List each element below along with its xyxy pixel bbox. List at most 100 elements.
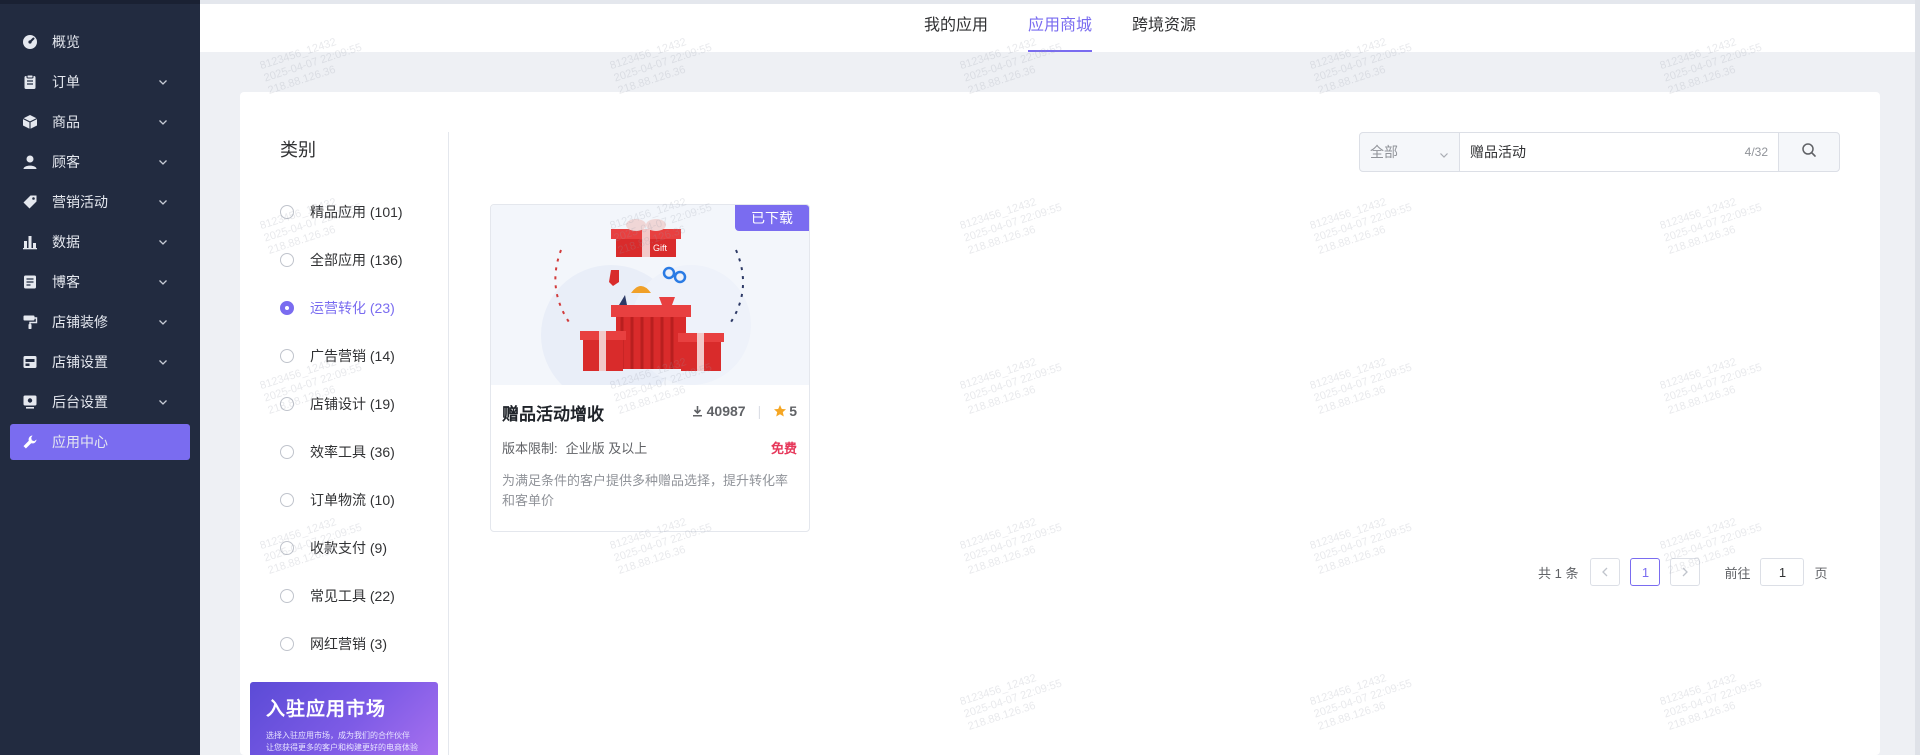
radio-button[interactable]	[280, 349, 294, 363]
download-count: 40987	[706, 403, 746, 419]
sidebar-item-orders[interactable]: 订单	[0, 62, 200, 102]
page-suffix: 页	[1814, 565, 1828, 581]
chevron-left-icon	[1601, 567, 1609, 577]
chevron-down-icon	[158, 237, 168, 247]
sidebar-item-label: 订单	[52, 74, 80, 90]
radio-button[interactable]	[280, 589, 294, 603]
goto-page-input[interactable]: 1	[1760, 558, 1805, 586]
top-nav: 我的应用 应用商城 跨境资源	[200, 0, 1915, 52]
tag-icon	[22, 194, 38, 210]
app-description: 为满足条件的客户提供多种赠品选择，提升转化率和客单价	[502, 473, 789, 508]
select-value: 全部	[1370, 144, 1398, 160]
pagination: 共 1 条 1 前往 1 页	[1538, 558, 1828, 586]
search-scope-select[interactable]: 全部	[1359, 132, 1460, 172]
bar-chart-icon	[22, 234, 38, 250]
sidebar: 概览 订单 商品 顾客 营销活动 数据 博客 店铺装修 店铺设置 后台设置 应用…	[0, 0, 200, 755]
radio-button[interactable]	[280, 205, 294, 219]
search-input[interactable]: 赠品活动 4/32	[1460, 132, 1778, 172]
sidebar-item-blog[interactable]: 博客	[0, 262, 200, 302]
goto-label: 前往	[1724, 565, 1751, 581]
search-input-value: 赠品活动	[1470, 144, 1526, 160]
category-item[interactable]: 订单物流 (10)	[280, 476, 403, 524]
chevron-down-icon	[158, 317, 168, 327]
app-stats: 40987 | 5	[692, 403, 797, 419]
version-value: 企业版 及以上	[565, 441, 648, 456]
category-item[interactable]: 全部应用 (136)	[280, 236, 403, 284]
radio-button[interactable]	[280, 445, 294, 459]
category-item[interactable]: 店铺设计 (19)	[280, 380, 403, 428]
sidebar-item-app-center[interactable]: 应用中心	[10, 424, 190, 460]
page-number[interactable]: 1	[1630, 558, 1661, 586]
sidebar-item-store-decoration[interactable]: 店铺装修	[0, 302, 200, 342]
sidebar-item-label: 商品	[52, 114, 80, 130]
pagination-total: 共 1 条	[1538, 565, 1579, 581]
category-label: 运营转化 (23)	[310, 300, 395, 316]
sidebar-item-label: 店铺设置	[52, 354, 108, 370]
rating-value: 5	[789, 403, 797, 419]
clipboard-icon	[22, 74, 38, 90]
page-scrollbar[interactable]	[1915, 0, 1920, 755]
join-market-banner[interactable]: 入驻应用市场 选择入驻应用市场，成为我们的合作伙伴 让您获得更多的客户和构建更好…	[250, 682, 438, 755]
category-item[interactable]: 运营转化 (23)	[280, 284, 403, 332]
sidebar-item-store-settings[interactable]: 店铺设置	[0, 342, 200, 382]
banner-description: 选择入驻应用市场，成为我们的合作伙伴 让您获得更多的客户和构建更好的电商体验	[266, 730, 436, 754]
sidebar-item-marketing[interactable]: 营销活动	[0, 182, 200, 222]
tab-my-apps[interactable]: 我的应用	[924, 4, 988, 52]
radio-button[interactable]	[280, 397, 294, 411]
sidebar-item-customers[interactable]: 顾客	[0, 142, 200, 182]
gauge-icon	[22, 34, 38, 50]
category-label: 精品应用 (101)	[310, 204, 403, 220]
tab-cross-border-resources[interactable]: 跨境资源	[1132, 4, 1196, 52]
category-title: 类别	[280, 140, 316, 160]
wrench-icon	[22, 434, 38, 450]
sidebar-item-data[interactable]: 数据	[0, 222, 200, 262]
category-label: 广告营销 (14)	[310, 348, 395, 364]
app-price: 免费	[770, 441, 797, 456]
category-label: 常见工具 (22)	[310, 588, 395, 604]
app-name: 赠品活动增收	[502, 405, 604, 424]
radio-button[interactable]	[280, 541, 294, 555]
category-panel: 类别 精品应用 (101) 全部应用 (136) 运营转化 (23) 广告营销 …	[240, 92, 450, 755]
radio-button[interactable]	[280, 493, 294, 507]
sidebar-item-label: 概览	[52, 34, 80, 50]
radio-button[interactable]	[280, 253, 294, 267]
category-label: 店铺设计 (19)	[310, 396, 395, 412]
banner-desc-line: 选择入驻应用市场，成为我们的合作伙伴	[266, 731, 410, 740]
sidebar-item-label: 顾客	[52, 154, 80, 170]
sidebar-item-overview[interactable]: 概览	[0, 22, 200, 62]
category-item[interactable]: 收款支付 (9)	[280, 524, 403, 572]
chevron-down-icon	[158, 357, 168, 367]
search-icon	[1801, 142, 1817, 163]
chevron-down-icon	[158, 157, 168, 167]
category-list: 精品应用 (101) 全部应用 (136) 运营转化 (23) 广告营销 (14…	[280, 188, 403, 668]
gift-tag-text: Gift	[653, 243, 668, 253]
sidebar-item-label: 应用中心	[52, 434, 108, 450]
sidebar-item-admin-settings[interactable]: 后台设置	[0, 382, 200, 422]
downloaded-badge: 已下载	[735, 205, 809, 231]
next-page-button[interactable]	[1670, 558, 1701, 586]
category-label: 订单物流 (10)	[310, 492, 395, 508]
sidebar-item-products[interactable]: 商品	[0, 102, 200, 142]
box-icon	[22, 114, 38, 130]
version-label: 版本限制:	[502, 441, 558, 456]
category-label: 网红营销 (3)	[310, 636, 387, 652]
app-version-limit: 版本限制: 企业版 及以上	[502, 438, 647, 457]
category-item[interactable]: 效率工具 (36)	[280, 428, 403, 476]
tab-app-store[interactable]: 应用商城	[1028, 4, 1093, 52]
sidebar-menu: 概览 订单 商品 顾客 营销活动 数据 博客 店铺装修 店铺设置 后台设置 应用…	[0, 4, 200, 460]
app-card[interactable]: Gift 已下载 赠品活动增收 40987 | 5 版本限制: 企业版 及以上 …	[490, 204, 810, 532]
top-tabs: 我的应用 应用商城 跨境资源	[924, 4, 1236, 52]
sidebar-item-label: 博客	[52, 274, 80, 290]
radio-button[interactable]	[280, 637, 294, 651]
category-item[interactable]: 网红营销 (3)	[280, 620, 403, 668]
category-label: 全部应用 (136)	[310, 252, 403, 268]
category-item[interactable]: 精品应用 (101)	[280, 188, 403, 236]
category-item[interactable]: 广告营销 (14)	[280, 332, 403, 380]
search-bar: 全部 赠品活动 4/32	[1359, 132, 1840, 172]
app-store-panel: 类别 精品应用 (101) 全部应用 (136) 运营转化 (23) 广告营销 …	[240, 92, 1880, 755]
stats-separator: |	[757, 403, 762, 419]
search-button[interactable]	[1778, 132, 1840, 172]
category-item[interactable]: 常见工具 (22)	[280, 572, 403, 620]
prev-page-button[interactable]	[1590, 558, 1621, 586]
radio-button[interactable]	[280, 301, 294, 315]
